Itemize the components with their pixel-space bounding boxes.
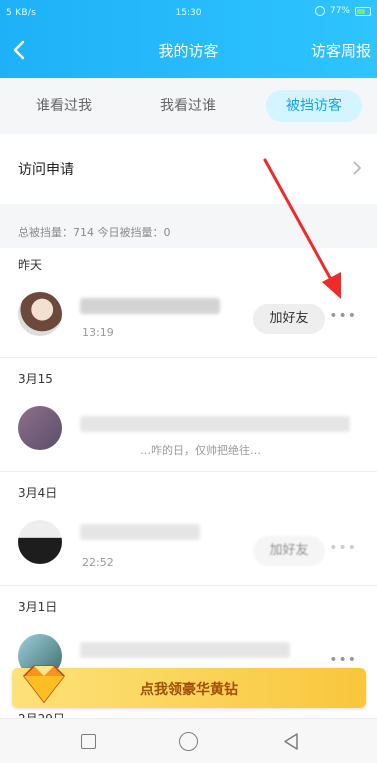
avatar[interactable] (18, 292, 62, 336)
system-nav-bar (0, 718, 377, 763)
section-date: 昨天 (18, 258, 43, 272)
more-options-icon[interactable]: ••• (329, 308, 357, 324)
section-date: 3月1日 (18, 600, 58, 614)
blurred-name (80, 642, 290, 658)
status-bar: 5 KB/s 15:30 77% (0, 0, 377, 26)
section-date: 3月4日 (18, 486, 58, 500)
battery-percent: 77% (329, 6, 350, 16)
alarm-icon (314, 6, 325, 16)
tab-blocked-visitors[interactable]: 被挡访客 (266, 90, 362, 122)
visit-time: 22:52 (82, 556, 114, 569)
tab-who-viewed-me[interactable]: 谁看过我 (16, 90, 112, 122)
avatar[interactable] (18, 406, 62, 450)
home-icon[interactable] (179, 732, 198, 751)
back-icon[interactable] (282, 732, 300, 751)
list-item[interactable]: 13:19 加好友 ••• (0, 278, 377, 358)
add-friend-button[interactable]: 加好友 (253, 536, 325, 566)
avatar[interactable] (18, 520, 62, 564)
list-item[interactable]: …咋的日，仅帅把绝往… (0, 392, 377, 472)
tab-bar: 谁看过我 我看过谁 被挡访客 (0, 78, 377, 134)
blurred-name (80, 524, 200, 540)
promo-text: 点我领豪华黄钻 (140, 682, 238, 698)
blocked-summary: 总被挡量：714 今日被挡量：0 (0, 204, 377, 248)
blocked-count-text: 总被挡量：714 今日被挡量：0 (18, 226, 171, 239)
visit-request-label: 访问申请 (18, 162, 74, 178)
vip-promo-banner[interactable]: 点我领豪华黄钻 (12, 665, 366, 708)
blurred-name (80, 298, 220, 314)
recent-apps-icon[interactable] (81, 734, 96, 749)
header-bar: 5 KB/s 15:30 77% 我的访客 访客周报 (0, 0, 377, 78)
weekly-report-link[interactable]: 访客周报 (311, 40, 371, 61)
tab-who-i-viewed[interactable]: 我看过谁 (140, 90, 236, 122)
battery-icon (355, 6, 371, 16)
more-options-icon[interactable]: ••• (329, 540, 357, 556)
visit-request-row[interactable]: 访问申请 (0, 134, 377, 204)
visitor-signature: …咋的日，仅帅把绝往… (140, 444, 261, 457)
blurred-name (80, 416, 350, 432)
section-date: 3月15 (18, 372, 53, 386)
more-options-icon[interactable]: ••• (329, 652, 357, 668)
visit-time: 13:19 (82, 326, 114, 339)
list-item[interactable]: 22:52 加好友 ••• (0, 506, 377, 586)
blocked-visitor-list: 昨天 13:19 加好友 ••• 3月15 …咋的日，仅帅把绝往… 3月4日 2… (0, 248, 377, 718)
chevron-right-icon (353, 161, 362, 175)
add-friend-button[interactable]: 加好友 (253, 304, 325, 334)
